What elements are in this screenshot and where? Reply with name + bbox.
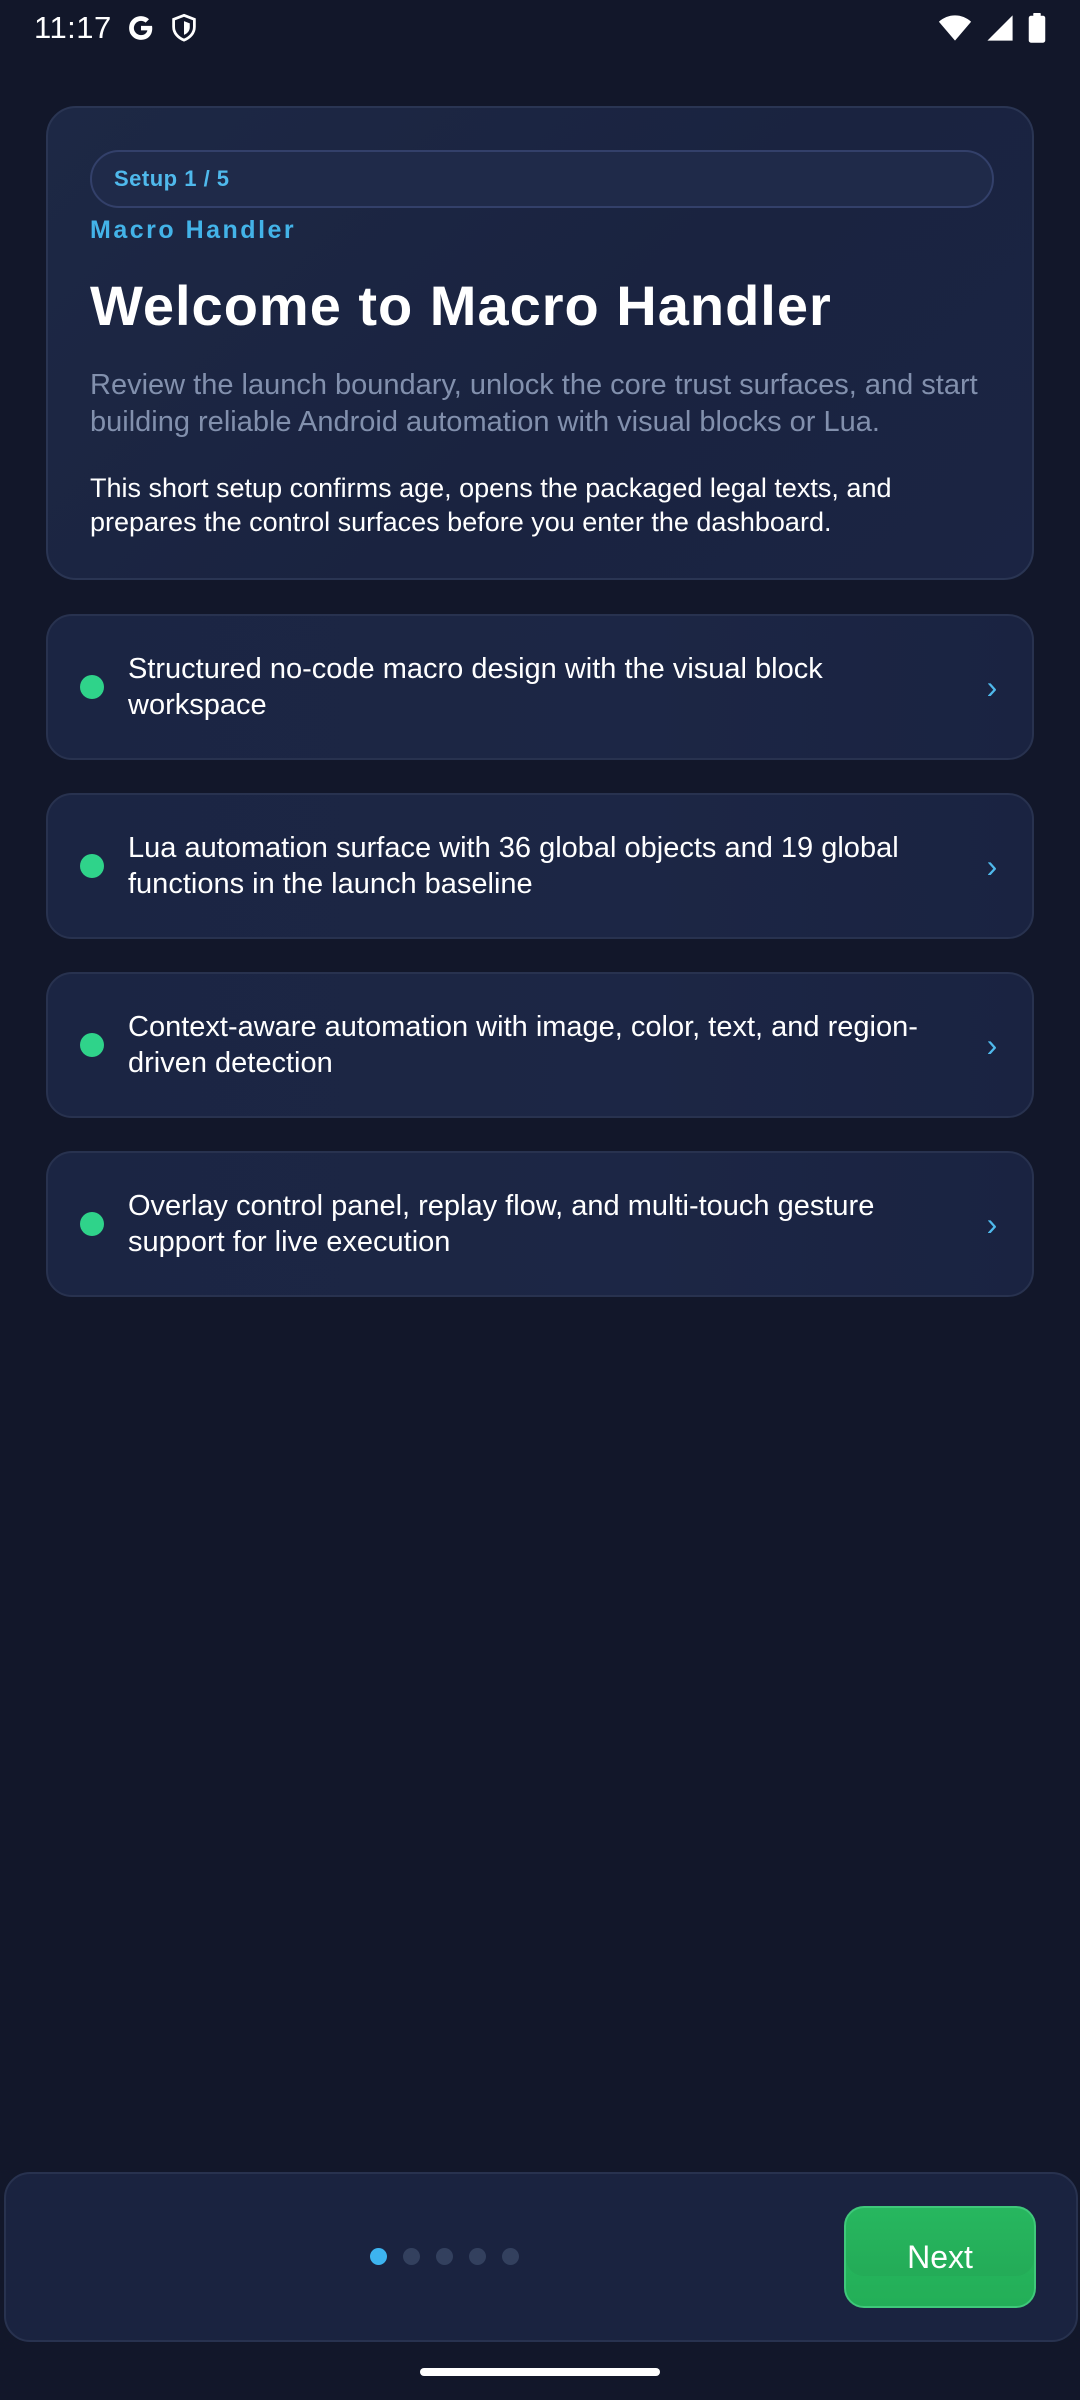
- page-title: Welcome to Macro Handler: [90, 274, 832, 337]
- feature-text: Structured no-code macro design with the…: [128, 653, 823, 721]
- feature-text: Lua automation surface with 36 global ob…: [128, 832, 899, 900]
- page-indicator-dot-1: [370, 2248, 387, 2265]
- chevron-right-icon: ›: [986, 1026, 998, 1063]
- setup-step-label: Setup 1 / 5: [114, 166, 230, 191]
- page-subtitle: Review the launch boundary, unlock the c…: [90, 368, 978, 438]
- page-indicator-dot-4: [469, 2248, 486, 2265]
- status-dot: [80, 675, 104, 699]
- app-label: Macro Handler: [90, 216, 297, 244]
- feature-card-detection[interactable]: Context-aware automation with image, col…: [46, 972, 1034, 1118]
- setup-description: This short setup confirms age, opens the…: [90, 472, 892, 537]
- bottom-bar: Next: [4, 2172, 1078, 2342]
- page-indicator: [370, 2248, 519, 2265]
- shield-icon: [170, 13, 198, 43]
- feature-card-lua[interactable]: Lua automation surface with 36 global ob…: [46, 793, 1034, 939]
- status-left: 11:17: [34, 10, 198, 46]
- chevron-right-icon: ›: [986, 1205, 998, 1242]
- feature-card-visual-blocks[interactable]: Structured no-code macro design with the…: [46, 614, 1034, 760]
- next-button-label: Next: [907, 2238, 973, 2275]
- page-indicator-dot-3: [436, 2248, 453, 2265]
- wifi-icon: [938, 14, 972, 42]
- status-right: [938, 13, 1046, 43]
- battery-icon: [1028, 13, 1046, 43]
- gesture-nav-handle[interactable]: [420, 2368, 660, 2376]
- google-g-icon: [126, 13, 156, 43]
- chevron-right-icon: ›: [986, 668, 998, 705]
- status-bar: 11:17: [0, 0, 1080, 56]
- feature-text: Context-aware automation with image, col…: [128, 1011, 918, 1079]
- status-dot: [80, 1033, 104, 1057]
- next-button[interactable]: Next: [844, 2206, 1036, 2308]
- status-dot: [80, 854, 104, 878]
- status-dot: [80, 1212, 104, 1236]
- chevron-right-icon: ›: [986, 847, 998, 884]
- status-time: 11:17: [34, 10, 112, 45]
- setup-step-pill: Setup 1 / 5: [90, 150, 994, 208]
- signal-icon: [986, 14, 1014, 42]
- feature-text: Overlay control panel, replay flow, and …: [128, 1190, 875, 1258]
- setup-screen: 11:17 Setup 1 / 5 Macro Handler Welcome …: [0, 0, 1080, 2400]
- page-indicator-dot-5: [502, 2248, 519, 2265]
- welcome-card: Setup 1 / 5 Macro Handler Welcome to Mac…: [46, 106, 1034, 580]
- feature-card-overlay[interactable]: Overlay control panel, replay flow, and …: [46, 1151, 1034, 1297]
- page-indicator-dot-2: [403, 2248, 420, 2265]
